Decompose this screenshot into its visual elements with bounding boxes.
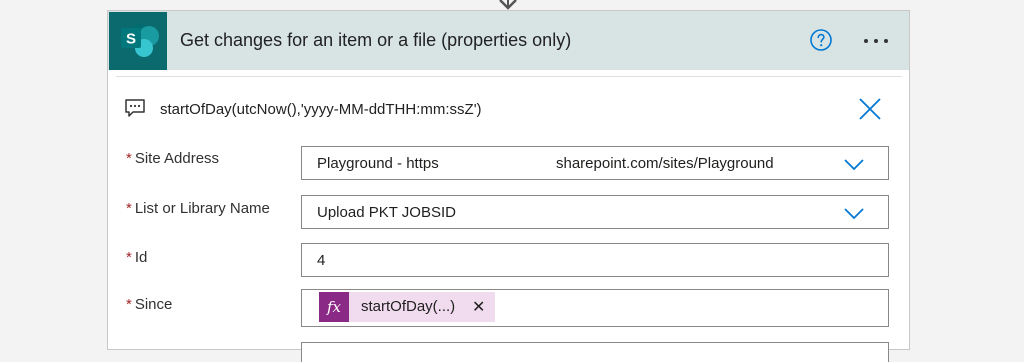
list-name-label-text: List or Library Name xyxy=(134,200,270,217)
svg-text:S: S xyxy=(126,31,136,48)
since-input[interactable]: fx startOfDay(...) ✕ xyxy=(301,289,889,327)
sharepoint-icon: S xyxy=(109,12,167,70)
id-value: 4 xyxy=(317,252,326,269)
id-input[interactable]: 4 xyxy=(301,243,889,277)
action-card: S Get changes for an item or a file (pro… xyxy=(107,10,910,362)
id-label-text: Id xyxy=(134,249,148,266)
since-label: * Since xyxy=(126,296,172,313)
list-name-label: * List or Library Name xyxy=(126,200,270,217)
help-circle-icon[interactable] xyxy=(809,28,833,52)
required-marker: * xyxy=(126,150,132,167)
required-marker: * xyxy=(126,249,132,266)
divider xyxy=(116,76,902,77)
chevron-down-icon[interactable] xyxy=(842,155,866,173)
expression-token[interactable]: fx startOfDay(...) ✕ xyxy=(319,292,495,322)
ellipsis-icon[interactable] xyxy=(862,38,894,44)
connector-arrow-icon xyxy=(499,0,517,10)
site-address-label: * Site Address xyxy=(126,150,219,167)
card-title: Get changes for an item or a file (prope… xyxy=(180,30,572,50)
site-address-dropdown[interactable]: Playground - https sharepoint.com/sites/… xyxy=(301,146,889,180)
remove-token-icon[interactable]: ✕ xyxy=(472,297,485,317)
id-label: * Id xyxy=(126,249,147,266)
token-label: startOfDay(...) xyxy=(361,298,456,315)
chevron-down-icon[interactable] xyxy=(842,204,866,222)
expression-text: startOfDay(utcNow(),'yyyy-MM-ddTHH:mm:ss… xyxy=(160,101,482,118)
site-address-value-right: sharepoint.com/sites/Playground xyxy=(556,155,774,172)
list-name-dropdown[interactable]: Upload PKT JOBSID xyxy=(301,195,889,229)
next-field-input[interactable] xyxy=(301,342,889,362)
list-name-value: Upload PKT JOBSID xyxy=(317,204,456,221)
close-icon[interactable] xyxy=(858,97,882,121)
required-marker: * xyxy=(126,296,132,313)
comment-icon xyxy=(125,99,145,117)
required-marker: * xyxy=(126,200,132,217)
redaction-mask xyxy=(448,153,554,173)
site-address-value-left: Playground - https xyxy=(317,155,439,172)
function-icon: fx xyxy=(319,292,349,322)
since-label-text: Since xyxy=(134,296,173,313)
site-address-label-text: Site Address xyxy=(134,150,220,167)
card-header[interactable]: S Get changes for an item or a file (pro… xyxy=(108,11,909,70)
